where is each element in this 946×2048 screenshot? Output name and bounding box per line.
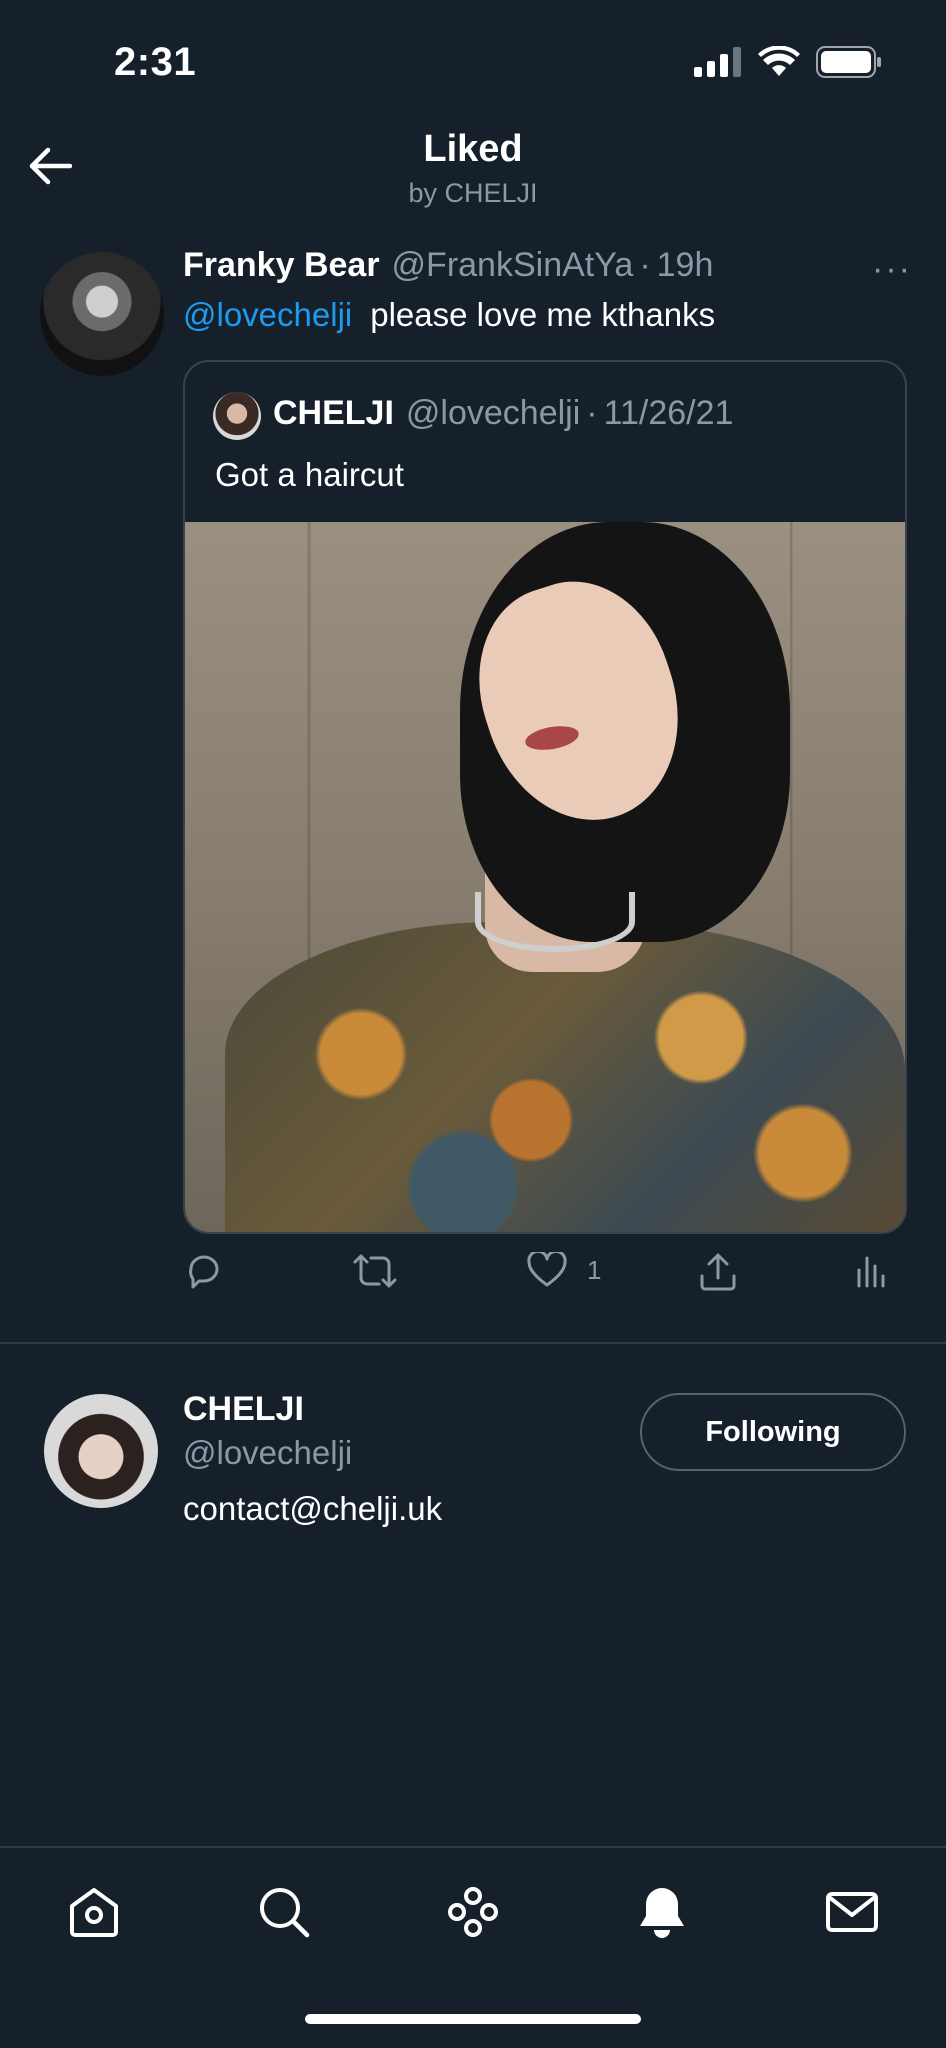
user-bio: contact@chelji.uk bbox=[183, 1490, 443, 1527]
signal-icon bbox=[694, 47, 741, 77]
retweet-icon bbox=[353, 1254, 397, 1288]
quoted-header: CHELJI @lovechelji · 11/26/21 bbox=[273, 394, 733, 433]
status-time: 2:31 bbox=[114, 40, 197, 84]
quoted-author-name: CHELJI bbox=[273, 394, 394, 432]
tweet-actions: 1 bbox=[183, 1252, 907, 1300]
analytics-icon bbox=[857, 1256, 885, 1288]
more-options-icon[interactable]: ··· bbox=[872, 250, 912, 289]
analytics-button[interactable] bbox=[855, 1252, 885, 1288]
heart-icon bbox=[527, 1252, 567, 1287]
tweet-separator: · bbox=[639, 246, 651, 284]
tweet-header: Franky Bear @FrankSinAtYa · 19h bbox=[183, 246, 713, 285]
tab-spaces[interactable] bbox=[443, 1882, 503, 1942]
retweet-button[interactable] bbox=[353, 1252, 397, 1290]
like-count: 1 bbox=[587, 1254, 602, 1285]
quoted-date: 11/26/21 bbox=[603, 394, 734, 432]
user-name[interactable]: CHELJI bbox=[183, 1390, 304, 1429]
home-icon bbox=[70, 1888, 118, 1937]
quoted-tweet[interactable]: CHELJI @lovechelji · 11/26/21 Got a hair… bbox=[183, 360, 907, 1234]
search-icon bbox=[260, 1888, 310, 1938]
tweet-author-handle[interactable]: @FrankSinAtYa bbox=[392, 246, 634, 285]
tweet-author-avatar[interactable] bbox=[40, 252, 164, 376]
user-handle[interactable]: @lovechelji bbox=[183, 1434, 352, 1472]
user-avatar[interactable] bbox=[44, 1394, 158, 1508]
tweet-body: please love me kthanks bbox=[370, 296, 716, 333]
tab-messages[interactable] bbox=[822, 1882, 882, 1942]
share-button[interactable] bbox=[699, 1252, 737, 1292]
quoted-author-avatar bbox=[213, 392, 261, 440]
screen: 2:31 Liked by CHELJI Franky Bear @FrankS… bbox=[0, 0, 946, 2048]
tweet-time[interactable]: 19h bbox=[657, 246, 714, 285]
quoted-separator: · bbox=[586, 394, 598, 432]
photo-chain bbox=[475, 892, 635, 952]
reply-icon bbox=[189, 1255, 219, 1289]
tweet-text: @lovechelji please love me kthanks bbox=[183, 296, 715, 334]
tab-notifications[interactable] bbox=[632, 1882, 692, 1942]
battery-icon bbox=[816, 46, 881, 78]
mail-icon bbox=[826, 1892, 878, 1932]
reply-button[interactable] bbox=[185, 1252, 223, 1290]
tweet-mention-link[interactable]: @lovechelji bbox=[183, 296, 352, 333]
tab-bar bbox=[0, 1846, 946, 2048]
bell-icon bbox=[640, 1888, 684, 1938]
status-icons bbox=[694, 46, 882, 78]
tab-bar-divider bbox=[0, 1846, 946, 1848]
page-title: Liked bbox=[423, 128, 523, 170]
tab-home[interactable] bbox=[64, 1882, 124, 1942]
quoted-text: Got a haircut bbox=[215, 456, 404, 493]
wifi-icon bbox=[758, 46, 800, 76]
quoted-photo[interactable] bbox=[185, 522, 905, 1232]
tweet-author-name[interactable]: Franky Bear bbox=[183, 246, 380, 285]
page-subtitle: by CHELJI bbox=[408, 178, 538, 208]
share-icon bbox=[700, 1253, 736, 1291]
following-button[interactable]: Following bbox=[640, 1393, 906, 1471]
divider bbox=[0, 1342, 946, 1344]
tab-search[interactable] bbox=[254, 1882, 314, 1942]
home-indicator[interactable] bbox=[305, 2014, 641, 2024]
spaces-icon bbox=[448, 1887, 498, 1937]
like-button[interactable]: 1 bbox=[527, 1252, 601, 1288]
quoted-author-handle: @lovechelji bbox=[405, 394, 581, 432]
